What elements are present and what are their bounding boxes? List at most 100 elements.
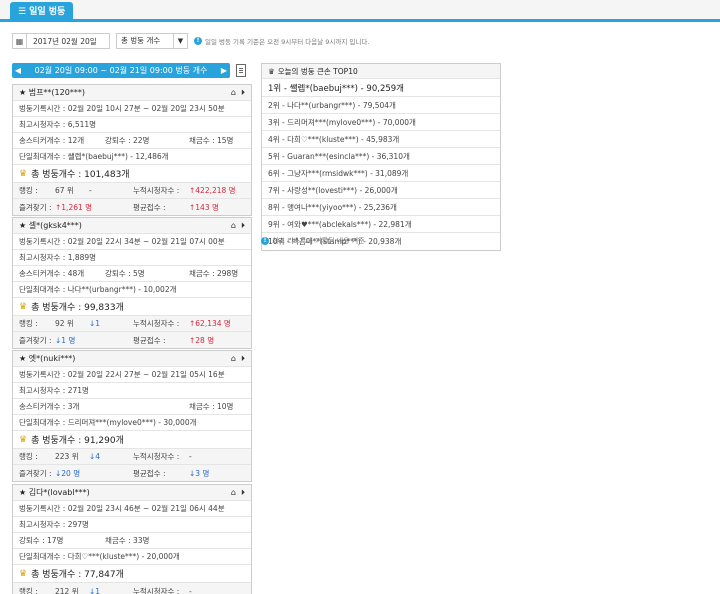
crown-icon: ♛: [19, 168, 28, 179]
home-icon[interactable]: ⌂: [231, 221, 236, 231]
avg-value: ↑28 명: [189, 335, 215, 345]
top10-item: 3위 - 드리머져***(mylove0***) - 70,000개: [262, 114, 500, 131]
stat-3: 채금수 : 10명: [189, 402, 234, 411]
total-count: 총 벙둥개수 : 91,290개: [31, 436, 124, 446]
total-row: ♛ 총 벙둥개수 : 77,847개: [13, 565, 251, 583]
crown-icon: ♛: [19, 568, 28, 579]
top10-item: 6위 - 그냥자***(rmsidwk***) - 31,089개: [262, 165, 500, 182]
top10-note-text: 최초 리스트에 기록된 내용 기준: [272, 237, 365, 245]
fav-label: 즐겨찾기 :: [19, 468, 52, 478]
info-icon: !: [194, 37, 202, 45]
record-time: 벙둥기록시간 : 02월 20일 23시 46분 ~ 02월 21일 06시 4…: [13, 501, 251, 517]
top10-note: ! 최초 리스트에 기록된 내용 기준: [261, 236, 365, 246]
total-count: 총 벙둥개수 : 101,483개: [31, 170, 130, 180]
home-icon[interactable]: ⌂: [231, 488, 236, 498]
filter-note: ! 일일 벙둥 기록 기준은 오전 9시부터 다음날 9시까지 입니다.: [194, 36, 369, 46]
rank-label: 랭킹 :: [19, 319, 38, 328]
top10-item: 1위 - 쌜렙*(baebuj***) - 90,259개: [262, 79, 500, 97]
cum-value: -: [189, 452, 192, 461]
total-row: ♛ 총 벙둥개수 : 101,483개: [13, 165, 251, 183]
trophy-icon: ♛: [268, 66, 275, 76]
streamer-name[interactable]: ★ 김다*(lovabl***): [19, 487, 90, 498]
home-icon[interactable]: ⌂: [231, 88, 236, 98]
stat-1: 송스티커개수 : 3개: [19, 402, 80, 411]
rank-row: 랭킹 : 92 위 ↓1 누적시청자수 : ↑62,134 명: [13, 316, 251, 332]
record-time: 벙둥기록시간 : 02월 20일 22시 34분 ~ 02월 21일 07시 0…: [13, 234, 251, 250]
date-picker[interactable]: ▦ 2017년 02월 20일: [12, 33, 110, 49]
card-header: ★ 엣*(nuki***) ⌂ ⏵: [13, 351, 251, 367]
streamer-name[interactable]: ★ 엣*(nuki***): [19, 353, 75, 364]
calendar-icon[interactable]: ▦: [13, 34, 27, 48]
top10-title: 오늘의 벙둥 큰손 TOP10: [277, 66, 358, 76]
stats-row: 강퇴수 : 17명 채금수 : 33명: [13, 533, 251, 549]
stats-row: 송스티커개수 : 48개 강퇴수 : 5명 채금수 : 298명: [13, 266, 251, 282]
stats-row: 송스티커개수 : 3개 채금수 : 10명: [13, 399, 251, 415]
chevron-down-icon[interactable]: ▼: [173, 34, 187, 48]
rank-value: 67 위: [55, 186, 74, 195]
rank-label: 랭킹 :: [19, 586, 38, 594]
top-bar: ☰ 일일 벙둥: [0, 0, 720, 22]
rank-row: 랭킹 : 212 위 ↓1 누적시청자수 : -: [13, 583, 251, 594]
fav-label: 즐겨찾기 :: [19, 335, 52, 345]
stat-2: 채금수 : 33명: [105, 536, 150, 545]
fav-row: 즐겨찾기 : ↓1 명 평균접수 : ↑28 명: [13, 332, 251, 348]
rank-label: 랭킹 :: [19, 452, 38, 461]
avg-label: 평균접수 :: [133, 468, 166, 478]
document-icon[interactable]: [236, 64, 246, 77]
home-icon[interactable]: ⌂: [231, 354, 236, 364]
range-bar: ◀ 02월 20일 09:00 ~ 02월 21일 09:00 벙둥 개수 ▶: [12, 63, 230, 78]
tab-daily[interactable]: ☰ 일일 벙둥: [10, 2, 74, 22]
total-count: 총 벙둥개수 : 99,833개: [31, 303, 124, 313]
crown-icon: ♛: [19, 434, 28, 445]
streamer-card: ★ 김다*(lovabl***) ⌂ ⏵ 벙둥기록시간 : 02월 20일 23시…: [12, 484, 252, 594]
stat-1: 강퇴수 : 17명: [19, 536, 64, 545]
sort-select[interactable]: 총 벙둥 개수 ▼: [116, 33, 188, 49]
top10-item: 5위 - Guaran***(esincla***) - 36,310개: [262, 148, 500, 165]
card-header: ★ 셀*(gksk4***) ⌂ ⏵: [13, 218, 251, 234]
top10-header: ♛ 오늘의 벙둥 큰손 TOP10: [262, 64, 500, 79]
cum-value: ↑62,134 명: [189, 319, 231, 328]
list-icon: ☰: [18, 7, 27, 17]
fav-value: ↑1,261 명: [55, 202, 93, 212]
streamer-card: ★ 셀*(gksk4***) ⌂ ⏵ 벙둥기록시간 : 02월 20일 22시 3…: [12, 217, 252, 349]
play-icon[interactable]: ⏵: [241, 488, 245, 498]
crown-icon: ♛: [19, 301, 28, 312]
rank-change: -: [89, 186, 92, 195]
cum-value: -: [189, 586, 192, 594]
stat-1: 송스티커개수 : 12개: [19, 136, 85, 145]
single-max: 단일최대개수 : 나다**(urbangr***) - 10,002개: [13, 282, 251, 298]
rank-row: 랭킹 : 67 위 - 누적시청자수 : ↑422,218 명: [13, 183, 251, 199]
avg-label: 평균접수 :: [133, 202, 166, 212]
avg-value: ↓3 명: [189, 468, 210, 478]
streamer-card: ★ 엣*(nuki***) ⌂ ⏵ 벙둥기록시간 : 02월 20일 22시 27…: [12, 350, 252, 482]
single-max: 단일최대개수 : 다희♡***(kluste***) - 20,000개: [13, 549, 251, 565]
stats-row: 송스티커개수 : 12개 강퇴수 : 22명 채금수 : 15명: [13, 133, 251, 149]
cum-label: 누적시청자수 :: [133, 452, 180, 461]
rank-row: 랭킹 : 223 위 ↓4 누적시청자수 : -: [13, 449, 251, 465]
prev-arrow-icon[interactable]: ◀: [12, 63, 24, 78]
stat-2: 강퇴수 : 5명: [105, 269, 145, 278]
single-max: 단일최대개수 : 쌜렙*(baebuj***) - 12,486개: [13, 149, 251, 165]
top10-item: 8위 - 맹여나***(yiyoo***) - 25,236개: [262, 199, 500, 216]
rank-change: ↓1: [89, 319, 101, 328]
total-count: 총 벙둥개수 : 77,847개: [31, 570, 124, 580]
tab-label: 일일 벙둥: [29, 7, 66, 17]
total-row: ♛ 총 벙둥개수 : 91,290개: [13, 431, 251, 449]
fav-row: 즐겨찾기 : ↑1,261 명 평균접수 : ↑143 명: [13, 199, 251, 215]
cum-label: 누적시청자수 :: [133, 586, 180, 594]
play-icon[interactable]: ⏵: [241, 221, 245, 231]
next-arrow-icon[interactable]: ▶: [218, 63, 230, 78]
rank-value: 212 위: [55, 586, 79, 594]
play-icon[interactable]: ⏵: [241, 88, 245, 98]
streamer-card: ★ 범프**(120***) ⌂ ⏵ 벙둥기록시간 : 02월 20일 10시 2…: [12, 84, 252, 216]
info-icon: !: [261, 237, 269, 245]
top10-panel: ♛ 오늘의 벙둥 큰손 TOP10 1위 - 쌜렙*(baebuj***) - …: [261, 63, 501, 251]
streamer-name[interactable]: ★ 범프**(120***): [19, 87, 85, 98]
rank-value: 92 위: [55, 319, 74, 328]
peak-viewers: 최고시청자수 : 297명: [13, 517, 251, 533]
fav-label: 즐겨찾기 :: [19, 202, 52, 212]
streamer-name[interactable]: ★ 셀*(gksk4***): [19, 220, 82, 231]
date-value: 2017년 02월 20일: [33, 36, 97, 46]
avg-value: ↑143 명: [189, 202, 219, 212]
play-icon[interactable]: ⏵: [241, 354, 245, 364]
